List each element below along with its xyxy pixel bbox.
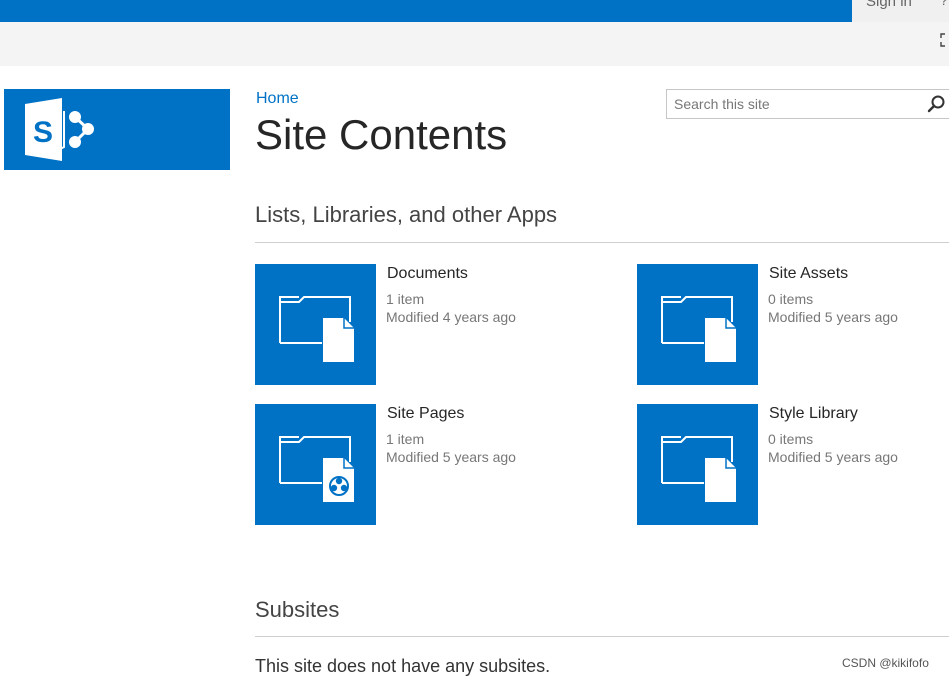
app-name-link[interactable]: Site Assets	[769, 265, 848, 283]
app-tile-style-library: Style Library 0 items Modified 5 years a…	[637, 404, 949, 526]
apps-section-heading: Lists, Libraries, and other Apps	[255, 202, 558, 227]
app-modified-text: Modified 5 years ago	[768, 309, 898, 325]
sign-in-link[interactable]: Sign in	[866, 0, 912, 10]
app-tile-icon-button[interactable]	[255, 264, 376, 385]
search-box	[666, 89, 949, 119]
focus-on-content-icon[interactable]	[940, 33, 949, 47]
watermark: CSDN @kikifofo	[842, 656, 929, 670]
search-icon[interactable]	[925, 93, 947, 115]
document-library-icon	[661, 296, 736, 362]
site-pages-library-icon	[279, 436, 354, 502]
suite-bar	[0, 0, 852, 22]
app-tile-icon-button[interactable]	[637, 404, 758, 525]
app-modified-text: Modified 5 years ago	[386, 449, 516, 465]
app-item-count: 0 items	[768, 291, 814, 307]
app-tile-documents: Documents 1 item Modified 4 years ago	[255, 264, 595, 386]
subsites-section-heading: Subsites	[255, 597, 340, 622]
app-modified-text: Modified 5 years ago	[768, 449, 898, 465]
app-item-count: 0 items	[768, 431, 814, 447]
app-name-link[interactable]: Documents	[387, 265, 468, 283]
svg-text:S: S	[33, 116, 53, 149]
app-item-count: 1 item	[386, 431, 425, 447]
app-modified-text: Modified 4 years ago	[386, 309, 516, 325]
document-library-icon	[661, 436, 736, 502]
site-logo[interactable]: S	[4, 89, 230, 170]
subsites-empty-message: This site does not have any subsites.	[255, 656, 551, 676]
ribbon-bar	[0, 22, 949, 66]
help-menu-icon[interactable]: ?	[940, 0, 948, 8]
section-divider	[255, 242, 949, 243]
app-item-count: 1 item	[386, 291, 425, 307]
sharepoint-logo-icon: S	[25, 98, 94, 161]
app-tile-site-assets: Site Assets 0 items Modified 5 years ago	[637, 264, 949, 386]
search-input[interactable]	[667, 90, 924, 118]
app-tile-icon-button[interactable]	[637, 264, 758, 385]
document-library-icon	[279, 296, 354, 362]
app-name-link[interactable]: Site Pages	[387, 405, 464, 423]
breadcrumb-home-link[interactable]: Home	[256, 90, 299, 108]
sign-in-area: Sign in ?	[852, 0, 949, 22]
app-tile-site-pages: Site Pages 1 item Modified 5 years ago	[255, 404, 595, 526]
section-divider	[255, 636, 949, 637]
app-name-link[interactable]: Style Library	[769, 405, 858, 423]
app-tile-icon-button[interactable]	[255, 404, 376, 525]
page-title: Site Contents	[255, 111, 508, 158]
